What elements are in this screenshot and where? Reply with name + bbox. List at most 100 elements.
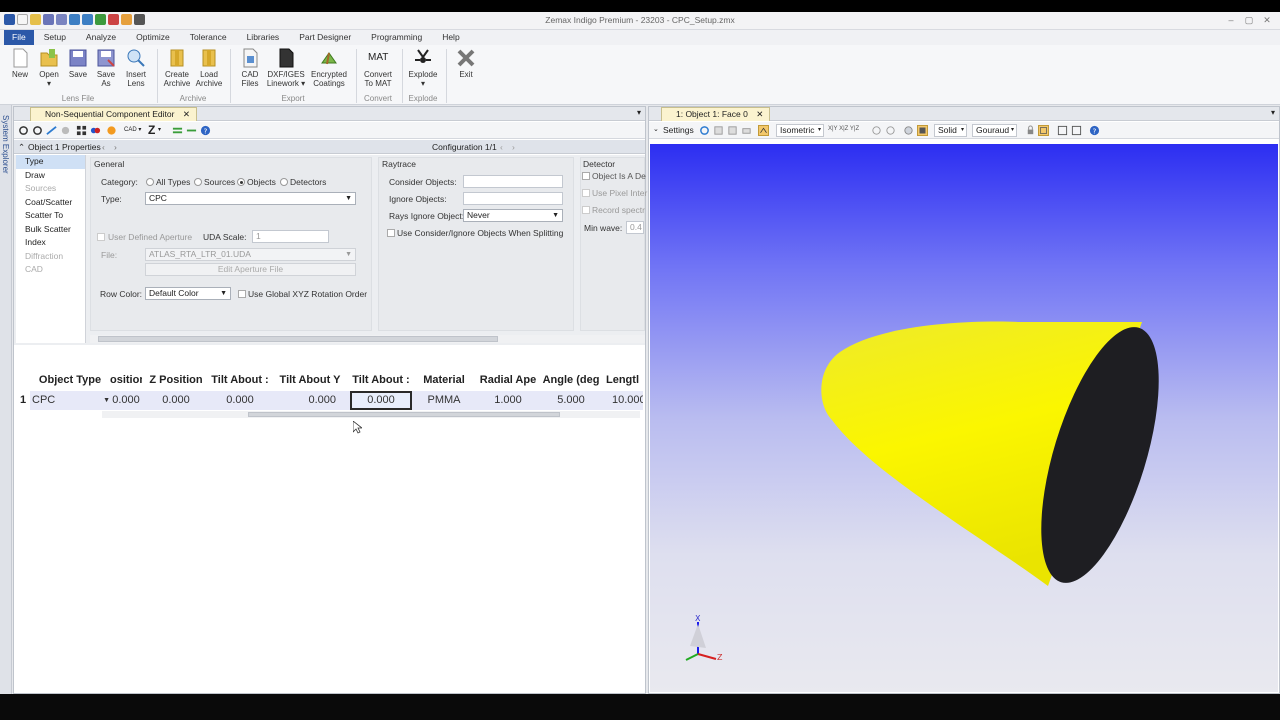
cell-tilt-x[interactable]: 0.000 (210, 391, 270, 410)
layout-grid-icon[interactable] (76, 125, 87, 136)
prop-cat-cad[interactable]: CAD (16, 263, 85, 277)
radio-detectors[interactable] (280, 178, 288, 186)
menu-analyze[interactable]: Analyze (76, 30, 126, 45)
lock-icon[interactable] (1025, 125, 1036, 136)
window-split-icon[interactable] (1071, 125, 1082, 136)
refresh-icon[interactable] (699, 125, 710, 136)
cell-angle[interactable]: 5.000 (540, 391, 602, 410)
scrollbar-thumb[interactable] (248, 412, 560, 417)
system-explorer-strip[interactable]: System Explorer (0, 105, 12, 694)
settings-button[interactable]: Settings (663, 125, 694, 135)
cell-y-position[interactable]: 0.000 (110, 391, 142, 410)
orange-circle-icon[interactable] (106, 125, 117, 136)
row-number[interactable]: 1 (16, 391, 30, 410)
double-arrow-icon[interactable] (186, 125, 197, 136)
user-defined-aperture-checkbox[interactable] (97, 233, 105, 241)
color-dots-icon[interactable] (90, 125, 101, 136)
lighting-icon[interactable] (903, 125, 914, 136)
help-icon[interactable]: ? (1089, 125, 1100, 136)
close-icon[interactable]: ✕ (1260, 14, 1274, 26)
settings-chevron-icon[interactable]: ⌄ (653, 125, 659, 133)
cell-radial-aperture[interactable]: 1.000 (476, 391, 540, 410)
copy-icon[interactable] (713, 125, 724, 136)
collapse-icon[interactable]: ⌃ (18, 140, 25, 154)
rays-ignore-object-select[interactable]: Never ▼ (463, 209, 563, 222)
render-mode-select[interactable]: Solid ▾ (934, 124, 967, 137)
grid-header-object-type[interactable]: Object Type (30, 370, 110, 390)
grid-header-tilt-z[interactable]: Tilt About : (350, 370, 412, 390)
cell-material[interactable]: PMMA (412, 391, 476, 410)
close-tab-icon[interactable]: ✕ (183, 109, 190, 119)
save-button[interactable]: Save (66, 48, 90, 79)
radio-objects[interactable] (237, 178, 245, 186)
prop-cat-coat-scatter[interactable]: Coat/Scatter (16, 196, 85, 210)
insert-lens-button[interactable]: Insert Lens (122, 48, 150, 88)
new-button[interactable]: New (8, 48, 32, 79)
cell-tilt-z[interactable]: 0.000 (350, 391, 412, 410)
uda-scale-input[interactable]: 1 (252, 230, 329, 243)
properties-hscrollbar[interactable] (90, 335, 645, 343)
convert-to-mat-button[interactable]: MAT Convert To MAT (360, 48, 396, 88)
aperture-file-select[interactable]: ATLAS_RTA_LTR_01.UDA ▼ (145, 248, 356, 261)
radio-all-types[interactable] (146, 178, 154, 186)
create-archive-button[interactable]: Create Archive (162, 48, 192, 88)
panel-menu-icon[interactable]: ▾ (637, 108, 641, 117)
ignore-objects-input[interactable] (463, 192, 563, 205)
grid-header-tilt-x[interactable]: Tilt About : (210, 370, 270, 390)
maximize-icon[interactable]: ▢ (1242, 14, 1256, 26)
view-mode-select[interactable]: Isometric ▾ (776, 124, 824, 137)
prop-cat-scatter-to[interactable]: Scatter To (16, 209, 85, 223)
prop-cat-draw[interactable]: Draw (16, 169, 85, 183)
save-icon[interactable] (727, 125, 738, 136)
prop-cat-bulk-scatter[interactable]: Bulk Scatter (16, 223, 85, 237)
close-tab-icon[interactable]: ✕ (756, 109, 763, 119)
cad-dropdown[interactable]: CAD ▾ (124, 126, 141, 133)
exit-button[interactable]: Exit (452, 48, 480, 79)
zpl-dropdown-icon[interactable]: ▾ (158, 126, 161, 133)
grid-header-radial-aperture[interactable]: Radial Ape (476, 370, 540, 390)
load-archive-button[interactable]: Load Archive (194, 48, 224, 88)
settings-gear-icon[interactable] (60, 125, 71, 136)
panel-menu-icon[interactable]: ▾ (1271, 108, 1275, 117)
axis-view-buttons[interactable]: X|Y X|Z Y|Z (828, 126, 859, 132)
prop-cat-type[interactable]: Type (16, 155, 85, 169)
next-object-icon[interactable]: › (114, 140, 117, 154)
3d-viewport[interactable]: X Z (650, 144, 1278, 692)
layout-icon[interactable] (1038, 125, 1049, 136)
explode-button[interactable]: Explode ▾ (406, 48, 440, 88)
grid-header-z-position[interactable]: Z Position (142, 370, 210, 390)
cad-files-button[interactable]: CAD Files (236, 48, 264, 88)
scrollbar-thumb[interactable] (98, 336, 498, 342)
open-button[interactable]: Open ▾ (36, 48, 62, 88)
menu-setup[interactable]: Setup (34, 30, 76, 45)
use-consider-ignore-checkbox[interactable] (387, 229, 395, 237)
grid-header-length[interactable]: Lengtl (602, 370, 643, 390)
grid-header-angle[interactable]: Angle (deg (540, 370, 602, 390)
ray-trace-icon[interactable] (46, 125, 57, 136)
shading-select[interactable]: Gouraud ▾ (972, 124, 1017, 137)
menu-programming[interactable]: Programming (361, 30, 432, 45)
object-type-cell[interactable]: CPC ▼ (30, 391, 110, 410)
consider-objects-input[interactable] (463, 175, 563, 188)
menu-help[interactable]: Help (432, 30, 469, 45)
record-spectral-checkbox[interactable] (582, 206, 590, 214)
print-icon[interactable] (741, 125, 752, 136)
help-icon[interactable]: ? (200, 125, 211, 136)
encrypted-coatings-button[interactable]: Encrypted Coatings (308, 48, 350, 88)
prop-cat-sources[interactable]: Sources (16, 182, 85, 196)
menu-file[interactable]: File (4, 30, 34, 45)
cell-z-position[interactable]: 0.000 (142, 391, 210, 410)
menu-tolerance[interactable]: Tolerance (180, 30, 237, 45)
cell-length[interactable]: 10.000 (602, 391, 643, 410)
global-xyz-checkbox[interactable] (238, 290, 246, 298)
refresh-all-icon[interactable] (32, 125, 43, 136)
use-pixel-interp-checkbox[interactable] (582, 189, 590, 197)
prev-object-icon[interactable]: ‹ (102, 140, 105, 154)
tab-nsc-editor[interactable]: Non-Sequential Component Editor ✕ (30, 107, 197, 121)
save-as-button[interactable]: Save As (94, 48, 118, 88)
edit-aperture-file-button[interactable]: Edit Aperture File (145, 263, 356, 276)
prev-config-icon[interactable]: ‹ (500, 140, 503, 154)
min-wave-input[interactable]: 0.4 (626, 221, 644, 234)
grid-header-tilt-y[interactable]: Tilt About Y (270, 370, 350, 390)
dxf-iges-linework-button[interactable]: DXF/IGES Linework ▾ (266, 48, 306, 88)
